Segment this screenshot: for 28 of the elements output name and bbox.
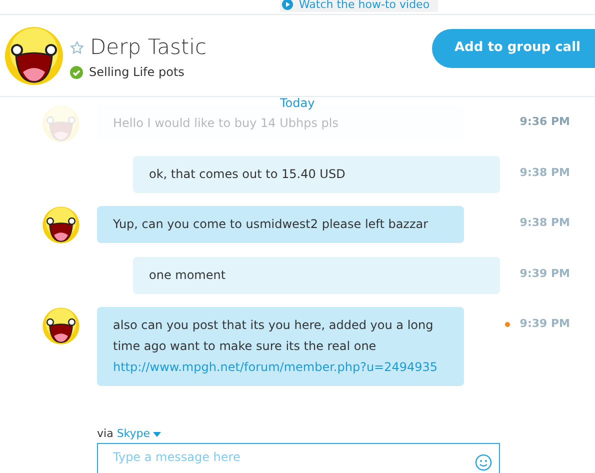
message-text: Hello I would like to buy 14 Ubhps pls	[113, 116, 338, 130]
message-text: one moment	[149, 268, 226, 282]
message-link[interactable]: http://www.mpgh.net/forum/member.php?u=2494935	[113, 360, 438, 374]
contact-name: Derp Tastic	[90, 34, 207, 60]
avatar-drawing	[42, 105, 80, 143]
date-divider: Today	[280, 95, 315, 112]
message-time: 9:39 PM	[520, 316, 570, 332]
how-to-video-link[interactable]: Watch the how-to video	[280, 0, 438, 12]
add-to-group-call-button[interactable]: Add to group call	[432, 28, 595, 68]
message-text: Yup, can you come to usmidwest2 please left bazzar	[113, 217, 428, 231]
unread-dot	[504, 322, 510, 327]
message-time: 9:39 PM	[520, 266, 570, 282]
message-time: 9:38 PM	[520, 165, 570, 181]
avatar-drawing	[4, 26, 64, 86]
avatar-drawing	[42, 206, 80, 244]
caret-icon	[153, 432, 162, 437]
mood-message: Selling Life pots	[89, 64, 184, 81]
emoticon-icon[interactable]	[475, 454, 492, 470]
message-text: ok, that comes out to 15.40 USD	[149, 167, 346, 181]
star-icon[interactable]	[70, 40, 84, 55]
service-selector[interactable]: Skype	[116, 426, 162, 442]
play-icon	[282, 0, 293, 10]
message-time: 9:38 PM	[520, 215, 570, 231]
via-label: via	[97, 427, 114, 440]
message-time: 9:36 PM	[520, 114, 570, 130]
message-input[interactable]: Type a message here	[97, 442, 500, 473]
avatar-drawing	[42, 307, 80, 345]
message-text: also can you post that its you here, added you a long time ago want to make sure its the real one	[113, 318, 434, 353]
